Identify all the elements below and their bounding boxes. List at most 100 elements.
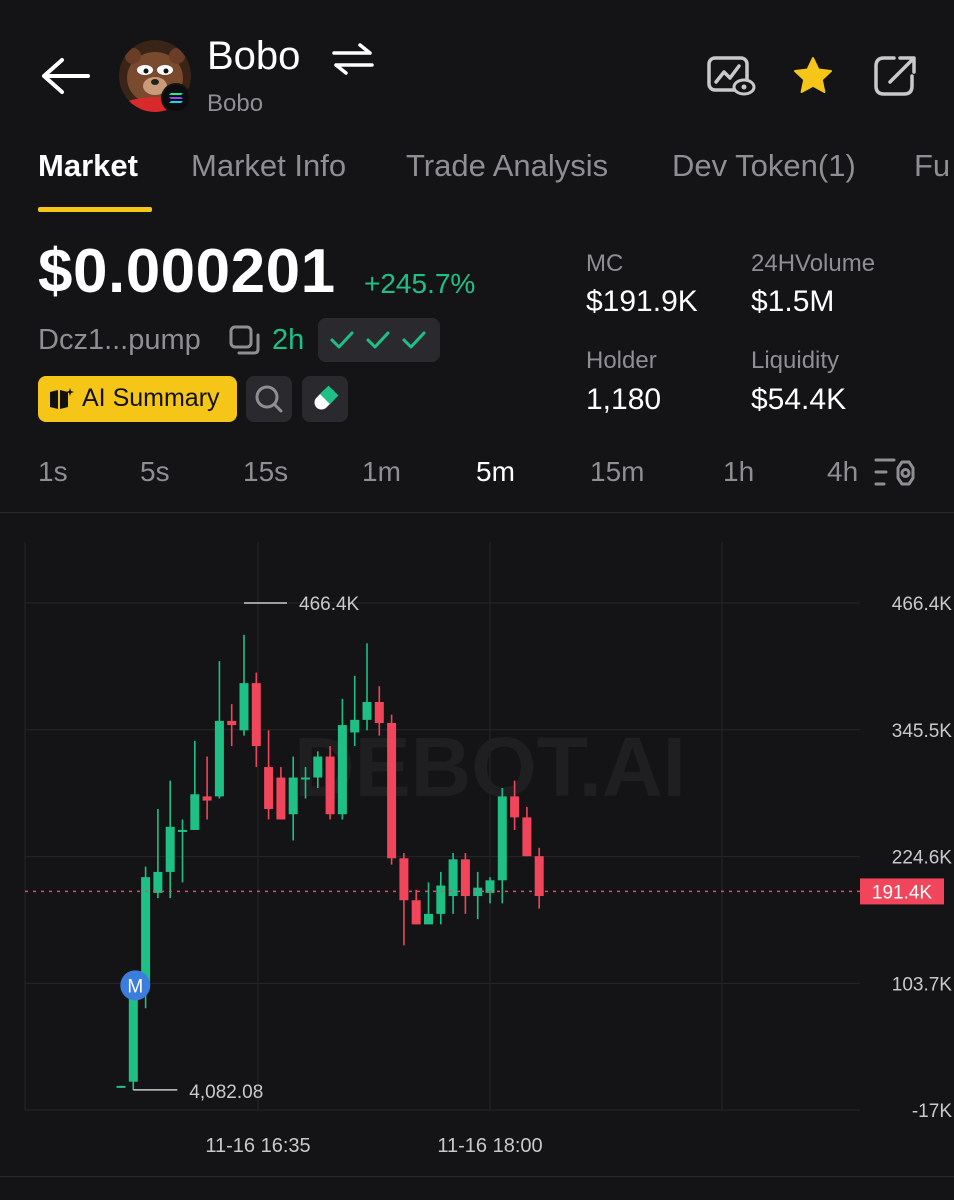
pill-button[interactable] — [302, 376, 348, 422]
candle-body — [264, 767, 274, 809]
candle-body — [153, 871, 163, 893]
ai-summary-label: AI Summary — [82, 384, 220, 412]
interval-15m[interactable]: 15m — [590, 456, 644, 488]
candle-body — [190, 794, 200, 830]
price-chart[interactable]: DEBOT.AI 466.4K 4,082.08 191.4K M 466.4K 345… — [0, 520, 954, 1170]
interval-1s[interactable]: 1s — [38, 456, 68, 488]
candle-body — [202, 796, 212, 801]
interval-15s[interactable]: 15s — [243, 456, 288, 488]
solana-chain-icon — [161, 83, 191, 113]
candle-body — [214, 720, 224, 797]
bottom-divider — [0, 1176, 954, 1177]
candle — [276, 767, 286, 820]
candle-body — [350, 719, 360, 733]
candle-body — [325, 756, 335, 815]
candle-body — [251, 683, 261, 747]
candle — [485, 877, 495, 904]
candle-body — [374, 702, 384, 723]
token-name: Bobo — [207, 34, 301, 78]
candle — [534, 847, 544, 909]
tab-trade-analysis[interactable]: Trade Analysis — [406, 148, 608, 184]
candle-body — [497, 796, 507, 881]
chart-axes: 466.4K 345.5K 224.6K 103.7K -17K 11-16 16:35 1… — [205, 594, 952, 1157]
copy-icon[interactable] — [228, 324, 262, 358]
chart-annotations: 466.4K 4,082.08 191.4K M — [25, 594, 944, 1103]
candle — [264, 730, 274, 820]
interval-5s[interactable]: 5s — [140, 456, 170, 488]
volume-value: $1.5M — [751, 285, 835, 318]
candle-body — [337, 725, 347, 815]
candle-body — [534, 856, 544, 897]
tab-market[interactable]: Market — [38, 148, 138, 184]
candle — [153, 808, 163, 899]
candle — [227, 704, 237, 747]
checkmark-icon — [330, 331, 426, 349]
candle-body — [424, 913, 433, 925]
y-tick-label: 103.7K — [892, 974, 953, 995]
candle — [116, 1085, 126, 1088]
liquidity-label: Liquidity — [751, 347, 840, 374]
candle-body — [522, 817, 532, 857]
candle — [337, 698, 347, 820]
candle-body — [301, 777, 310, 780]
high-price-label: 466.4K — [299, 594, 360, 615]
mc-value: $191.9K — [586, 285, 698, 318]
candle — [214, 661, 224, 799]
interval-1h[interactable]: 1h — [723, 456, 754, 488]
candle — [436, 871, 446, 925]
candle — [251, 672, 261, 768]
interval-1m[interactable]: 1m — [362, 456, 401, 488]
y-tick-label: -17K — [912, 1101, 952, 1122]
ai-book-icon — [50, 388, 74, 409]
candle — [460, 853, 470, 914]
candle-body — [128, 987, 138, 1082]
candle-body — [411, 900, 421, 925]
holder-value: 1,180 — [586, 383, 662, 416]
pill-icon — [314, 385, 339, 410]
candle — [190, 740, 200, 830]
mc-label: MC — [586, 250, 624, 277]
tab-dev-token[interactable]: Dev Token(1) — [672, 148, 856, 184]
candle — [424, 882, 433, 925]
tab-more[interactable]: Fu — [914, 148, 950, 184]
interval-4h[interactable]: 4h — [827, 456, 858, 488]
security-checks-badge[interactable] — [318, 318, 440, 362]
x-tick-label: 11-16 18:00 — [437, 1135, 542, 1157]
section-divider — [0, 512, 954, 513]
chart-settings-icon[interactable] — [874, 452, 918, 492]
candle — [473, 871, 483, 920]
share-icon[interactable] — [872, 54, 918, 98]
chart-eye-icon[interactable] — [706, 54, 756, 98]
migration-marker-label: M — [127, 976, 143, 997]
candle — [362, 643, 372, 731]
y-tick-label: 224.6K — [892, 848, 953, 869]
candle — [178, 819, 187, 883]
token-symbol: Bobo — [207, 90, 264, 117]
candle-body — [116, 1085, 126, 1088]
candle-body — [239, 683, 249, 731]
candle — [411, 889, 421, 925]
tab-market-info[interactable]: Market Info — [191, 148, 346, 184]
star-icon[interactable] — [792, 56, 834, 96]
candle-body — [276, 777, 286, 820]
candle-body — [510, 796, 520, 818]
swap-arrows-icon[interactable] — [330, 42, 376, 76]
candle — [522, 806, 532, 857]
candle — [202, 756, 212, 820]
ai-summary-button[interactable]: AI Summary — [38, 376, 237, 422]
candle — [399, 853, 409, 946]
current-price-label: 191.4K — [872, 882, 933, 903]
candle-body — [288, 777, 298, 815]
y-tick-label: 345.5K — [892, 721, 953, 742]
liquidity-value: $54.4K — [751, 383, 847, 416]
interval-5m[interactable]: 5m — [476, 456, 515, 488]
chart-watermark: DEBOT.AI — [294, 720, 686, 814]
token-price: $0.000201 — [38, 237, 336, 306]
back-button[interactable] — [36, 52, 96, 100]
search-button[interactable] — [246, 376, 292, 422]
candle-body — [165, 826, 175, 872]
chart-grid — [24, 542, 860, 1111]
x-tick-label: 11-16 16:35 — [205, 1135, 310, 1157]
candle — [387, 714, 397, 865]
candle-body — [141, 877, 151, 983]
